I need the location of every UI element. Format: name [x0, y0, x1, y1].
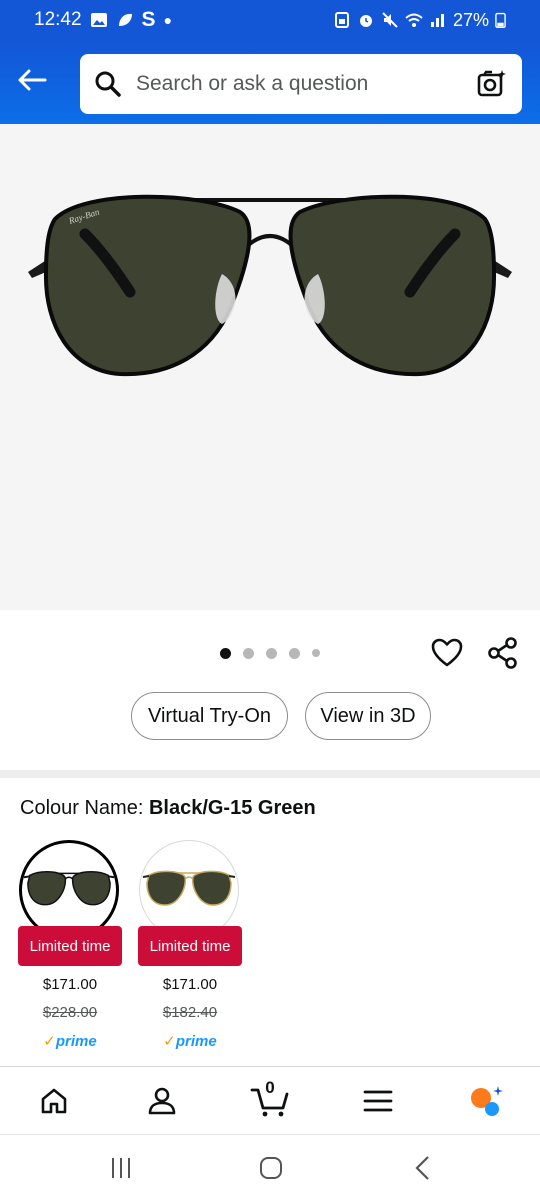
nav-home[interactable]	[0, 1067, 108, 1135]
carousel-dot	[266, 647, 277, 659]
prime-badge: ✓prime	[18, 1032, 122, 1050]
alarm-icon	[359, 15, 372, 27]
mute-icon	[382, 12, 398, 28]
view-in-3d-button[interactable]: View in 3D	[305, 692, 431, 740]
carousel-dot	[243, 647, 254, 659]
status-time: 12:42	[34, 9, 82, 30]
nav-menu[interactable]	[324, 1067, 432, 1135]
search-input[interactable]	[136, 72, 476, 96]
share-button[interactable]	[486, 636, 522, 672]
colour-name-label: Colour Name:	[20, 797, 144, 819]
swatch-price: $171.00	[162, 976, 218, 993]
swatch-price: $171.00	[42, 976, 98, 993]
colour-swatch-gold-green[interactable]: Limited time $171.00 $182.40 ✓prime	[138, 840, 242, 1050]
home-system-button[interactable]	[251, 1153, 291, 1183]
swatch-thumbnail	[19, 840, 119, 940]
carousel-dot	[289, 647, 300, 659]
section-divider	[0, 770, 540, 778]
product-image: Ray-Ban	[28, 194, 512, 377]
limited-time-badge: Limited time	[18, 926, 122, 966]
bottom-navigation: 0	[0, 1066, 540, 1134]
prime-check-icon: ✓	[43, 1033, 56, 1050]
back-chevron-icon	[415, 1156, 429, 1180]
rufus-icon	[471, 1086, 503, 1116]
nav-cart[interactable]: 0	[216, 1067, 324, 1135]
home-circle-icon	[260, 1157, 282, 1179]
colour-name-value: Black/G-15 Green	[148, 797, 316, 819]
gallery-notification-icon	[90, 13, 107, 27]
carousel-dot	[220, 647, 231, 659]
recent-apps-button[interactable]	[101, 1153, 141, 1183]
home-icon	[41, 1088, 67, 1114]
heart-icon	[431, 638, 463, 667]
back-system-button[interactable]	[403, 1153, 443, 1183]
system-navigation-bar	[0, 1134, 540, 1200]
account-icon	[148, 1087, 176, 1115]
swatch-sunglasses-image	[142, 870, 236, 906]
wishlist-button[interactable]	[430, 636, 464, 670]
status-letter: S	[141, 8, 156, 31]
status-bar: 12:42 S ● 27%	[0, 0, 540, 40]
swatch-sunglasses-image	[23, 871, 115, 906]
share-icon	[488, 637, 517, 669]
carousel-dot	[312, 649, 320, 657]
search-icon	[95, 71, 121, 97]
swatch-thumbnail	[139, 840, 239, 940]
prime-label: prime	[55, 1033, 97, 1050]
product-image-carousel[interactable]: Ray-Ban	[0, 124, 540, 610]
prime-check-icon: ✓	[163, 1033, 176, 1050]
swatch-old-price: $228.00	[42, 1004, 98, 1021]
swatch-old-price: $182.40	[162, 1004, 218, 1021]
battery-percent: 27%	[452, 9, 489, 30]
back-arrow-icon	[18, 69, 47, 91]
virtual-try-on-button[interactable]: Virtual Try-On	[131, 692, 288, 740]
colour-name-row: Colour Name: Black/G-15 Green	[20, 797, 316, 820]
colour-swatch-black-green[interactable]: Limited time $171.00 $228.00 ✓prime	[18, 840, 122, 1050]
recent-apps-icon	[112, 1158, 130, 1178]
search-bar[interactable]	[80, 54, 522, 114]
battery-saver-icon	[334, 12, 349, 28]
camera-search-icon[interactable]	[476, 68, 508, 100]
prime-badge: ✓prime	[138, 1032, 242, 1050]
status-dot-icon: ●	[163, 12, 173, 28]
menu-icon	[363, 1090, 393, 1112]
nav-rufus[interactable]	[432, 1067, 540, 1135]
prime-label: prime	[175, 1033, 217, 1050]
cart-count: 0	[265, 1078, 275, 1097]
nav-account[interactable]	[108, 1067, 216, 1135]
app-header	[0, 40, 540, 124]
limited-time-badge: Limited time	[138, 926, 242, 966]
battery-icon	[495, 12, 506, 29]
wifi-icon	[405, 13, 423, 27]
app-notification-icon	[118, 13, 132, 26]
back-button[interactable]	[14, 62, 50, 98]
signal-icon	[430, 14, 444, 27]
